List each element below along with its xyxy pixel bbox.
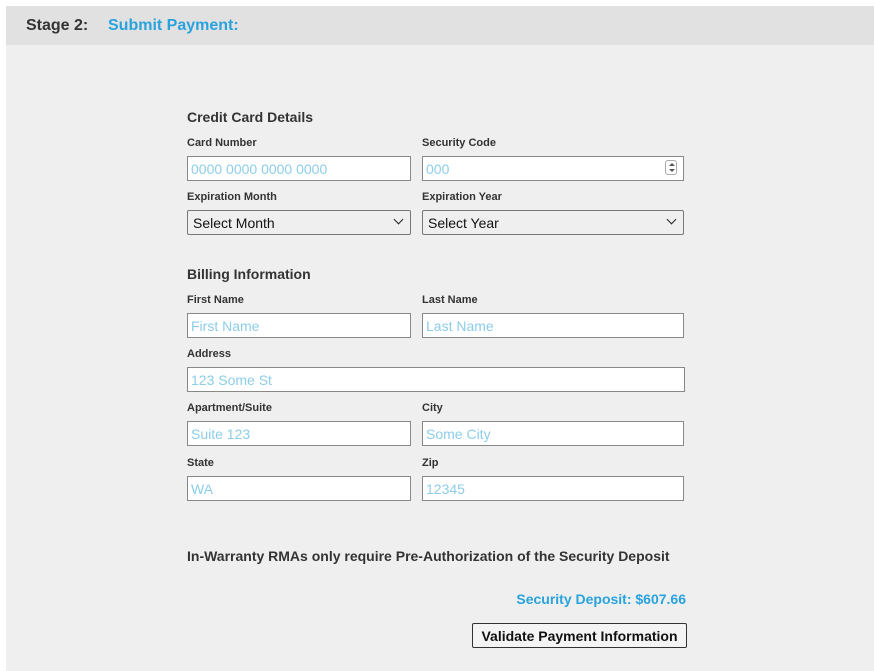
expiration-month-label: Expiration Month: [187, 191, 277, 203]
security-code-stepper[interactable]: [665, 160, 677, 175]
state-label: State: [187, 457, 214, 469]
first-name-label: First Name: [187, 294, 244, 306]
validate-payment-button[interactable]: Validate Payment Information: [472, 623, 687, 648]
card-number-label: Card Number: [187, 137, 257, 149]
stage-header: Stage 2: Submit Payment:: [6, 6, 874, 45]
expiration-year-value: Select Year: [428, 215, 499, 231]
city-label: City: [422, 402, 443, 414]
stepper-up-icon: [669, 163, 675, 166]
chevron-down-icon: [666, 214, 677, 225]
warranty-notice: In-Warranty RMAs only require Pre-Author…: [187, 548, 670, 564]
security-code-label: Security Code: [422, 137, 496, 149]
apartment-input[interactable]: [187, 421, 411, 446]
last-name-label: Last Name: [422, 294, 478, 306]
billing-section-title: Billing Information: [187, 266, 311, 282]
address-input[interactable]: [187, 367, 685, 392]
state-input[interactable]: [187, 476, 411, 501]
expiration-month-select[interactable]: Select Month: [187, 210, 411, 235]
address-label: Address: [187, 348, 232, 360]
security-deposit-amount: Security Deposit: $607.66: [516, 591, 686, 607]
security-code-input[interactable]: [422, 156, 684, 181]
stage-label: Stage 2:: [26, 17, 89, 34]
chevron-down-icon: [393, 214, 404, 225]
apartment-label: Apartment/Suite: [187, 402, 272, 414]
card-number-input[interactable]: [187, 156, 411, 181]
last-name-input[interactable]: [422, 313, 684, 338]
stepper-down-icon: [669, 169, 675, 172]
expiration-month-value: Select Month: [193, 215, 275, 231]
stage-title: Submit Payment:: [108, 17, 239, 34]
credit-card-section-title: Credit Card Details: [187, 109, 314, 125]
payment-page: Stage 2: Submit Payment: Credit Card Det…: [6, 6, 874, 671]
city-input[interactable]: [422, 421, 684, 446]
expiration-year-label: Expiration Year: [422, 191, 502, 203]
zip-label: Zip: [422, 457, 439, 469]
first-name-input[interactable]: [187, 313, 411, 338]
zip-input[interactable]: [422, 476, 684, 501]
expiration-year-select[interactable]: Select Year: [422, 210, 684, 235]
